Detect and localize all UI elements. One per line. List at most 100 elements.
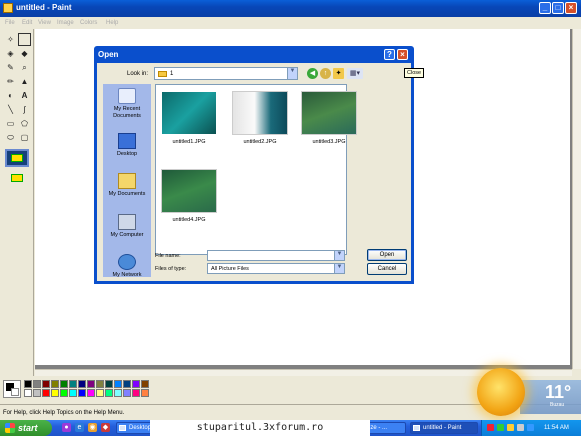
- chevron-down-icon[interactable]: ▼: [287, 68, 297, 79]
- file-list: untitled1.JPG untitled2.JPG untitled3.JP…: [155, 84, 357, 255]
- back-icon[interactable]: ◀: [307, 68, 318, 79]
- rounded-rectangle-icon[interactable]: ▢: [18, 131, 31, 144]
- quicklaunch-ie-icon[interactable]: e: [75, 423, 84, 432]
- place-my-computer[interactable]: My Computer: [103, 214, 151, 239]
- color-swatch[interactable]: [87, 389, 95, 397]
- color-swatch[interactable]: [96, 380, 104, 388]
- cancel-button[interactable]: Cancel: [367, 263, 407, 275]
- curve-icon[interactable]: ∫: [18, 103, 31, 116]
- dialog-close-button[interactable]: ×: [397, 49, 408, 60]
- airbrush-icon[interactable]: ◐: [4, 89, 17, 102]
- color-swatch[interactable]: [87, 380, 95, 388]
- minimize-button[interactable]: _: [539, 2, 551, 14]
- color-swatch[interactable]: [141, 380, 149, 388]
- file-name: untitled2.JPG: [243, 139, 277, 145]
- color-swatch[interactable]: [42, 380, 50, 388]
- place-my-documents[interactable]: My Documents: [103, 173, 151, 198]
- task-label: untitled - Paint: [423, 425, 462, 431]
- color-swatch[interactable]: [114, 389, 122, 397]
- task-label: Desktop: [129, 425, 152, 431]
- color-swatch[interactable]: [123, 389, 131, 397]
- color-swatch[interactable]: [132, 389, 140, 397]
- system-tray: 11:54 AM: [481, 420, 581, 436]
- quicklaunch-firefox-icon[interactable]: ◉: [88, 423, 97, 432]
- up-folder-icon[interactable]: ↑: [320, 68, 331, 79]
- close-button[interactable]: ×: [565, 2, 577, 14]
- weather-temperature: 11°: [545, 382, 572, 402]
- file-item[interactable]: untitled2.JPG: [230, 91, 290, 146]
- tray-messenger-icon[interactable]: [507, 424, 514, 431]
- menu-edit[interactable]: Edit: [22, 19, 32, 27]
- rectangle-icon[interactable]: ▭: [4, 117, 17, 130]
- views-menu-icon[interactable]: ▦▾: [347, 68, 363, 79]
- color-swatch[interactable]: [78, 380, 86, 388]
- color-swatch[interactable]: [96, 389, 104, 397]
- line-icon[interactable]: ╲: [4, 103, 17, 116]
- chevron-down-icon[interactable]: ▼: [334, 251, 344, 260]
- start-button[interactable]: start: [0, 420, 52, 436]
- quicklaunch-app-icon[interactable]: ◆: [101, 423, 110, 432]
- tray-antivirus-icon[interactable]: [487, 424, 494, 431]
- text-tool-icon[interactable]: A: [18, 89, 31, 102]
- ellipse-icon[interactable]: ⬭: [4, 131, 17, 144]
- tray-network-icon[interactable]: [497, 424, 504, 431]
- menu-file[interactable]: File: [5, 19, 15, 27]
- color-swatch[interactable]: [105, 389, 113, 397]
- color-swatch[interactable]: [105, 380, 113, 388]
- tray-volume-icon[interactable]: [517, 424, 524, 431]
- color-swatch[interactable]: [60, 389, 68, 397]
- color-swatch[interactable]: [141, 389, 149, 397]
- maximize-button[interactable]: □: [552, 2, 564, 14]
- menu-colors[interactable]: Colors: [80, 19, 97, 27]
- color-swatch[interactable]: [24, 389, 32, 397]
- eraser-icon[interactable]: ◈: [4, 47, 17, 60]
- place-my-network[interactable]: My Network: [103, 254, 151, 279]
- picker-icon[interactable]: ✎: [4, 61, 17, 74]
- open-button[interactable]: Open: [367, 249, 407, 261]
- color-swatch[interactable]: [33, 380, 41, 388]
- brush-icon[interactable]: ▲: [18, 75, 31, 88]
- color-swatch[interactable]: [51, 389, 59, 397]
- menu-help[interactable]: Help: [106, 19, 118, 27]
- file-item[interactable]: untitled3.JPG: [299, 91, 359, 146]
- file-name: untitled4.JPG: [172, 217, 206, 223]
- polygon-icon[interactable]: ⬠: [18, 117, 31, 130]
- color-swatch[interactable]: [51, 380, 59, 388]
- color-swatch[interactable]: [69, 380, 77, 388]
- color-swatch[interactable]: [60, 380, 68, 388]
- file-name-input[interactable]: ▼: [207, 250, 345, 261]
- tool-option-opaque[interactable]: [5, 149, 29, 167]
- fill-icon[interactable]: ◆: [18, 47, 31, 60]
- place-desktop[interactable]: Desktop: [103, 133, 151, 158]
- free-select-icon[interactable]: ✧: [4, 33, 17, 46]
- tray-app-icon[interactable]: [527, 424, 534, 431]
- look-in-dropdown[interactable]: 1 ▼: [154, 67, 298, 80]
- pencil-icon[interactable]: ✏: [4, 75, 17, 88]
- color-swatch[interactable]: [33, 389, 41, 397]
- color-swatch[interactable]: [69, 389, 77, 397]
- vertical-scrollbar[interactable]: [572, 29, 581, 369]
- quicklaunch-media-icon[interactable]: ●: [62, 423, 71, 432]
- file-item[interactable]: untitled1.JPG: [159, 91, 219, 146]
- dialog-help-button[interactable]: ?: [384, 49, 395, 60]
- color-swatch[interactable]: [24, 380, 32, 388]
- files-of-type-dropdown[interactable]: All Picture Files ▼: [207, 263, 345, 274]
- color-swatch[interactable]: [114, 380, 122, 388]
- background-color: [11, 388, 19, 396]
- file-item[interactable]: untitled4.JPG: [159, 169, 219, 224]
- magnifier-icon[interactable]: ⌕: [18, 61, 31, 74]
- chevron-down-icon[interactable]: ▼: [334, 264, 344, 273]
- menu-view[interactable]: View: [38, 19, 51, 27]
- color-swatch[interactable]: [78, 389, 86, 397]
- menu-image[interactable]: Image: [57, 19, 74, 27]
- place-label: My Recent Documents: [113, 106, 141, 119]
- color-swatch[interactable]: [42, 389, 50, 397]
- color-swatch[interactable]: [132, 380, 140, 388]
- color-swatch[interactable]: [123, 380, 131, 388]
- place-recent-documents[interactable]: My Recent Documents: [103, 88, 151, 120]
- paint-title-bar[interactable]: untitled - Paint _ □ ×: [0, 0, 581, 17]
- rect-select-icon[interactable]: [18, 33, 31, 46]
- new-folder-icon[interactable]: ✦: [333, 68, 344, 79]
- task-paint[interactable]: untitled - Paint: [410, 422, 478, 434]
- tool-option-transparent[interactable]: [5, 169, 29, 187]
